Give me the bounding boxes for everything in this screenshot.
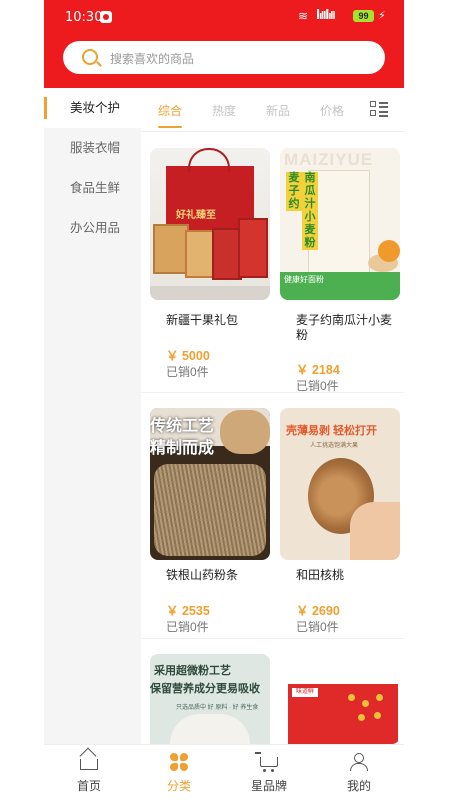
sidebar-item-beauty[interactable]: 美妆个护 [44,88,141,128]
product-card[interactable]: 好礼臻至 新疆干果礼包 ￥ 5000 已销0件 [150,148,270,379]
wifi-icon: ≋ [298,9,309,23]
search-icon [82,49,98,65]
tab-overall[interactable]: 综合 [158,102,183,128]
product-price: ￥ 5000 [166,349,210,363]
product-card[interactable]: 传统工艺 精制而成 铁根山药粉条 ￥ 2535 已销0件 [150,408,270,634]
product-image[interactable]: 壳薄易剥 轻松打开 人工挑选饱满大果 [280,408,400,560]
battery-icon: 99 [353,10,374,22]
signal-icon: ꟾıllꟾıll [316,10,336,22]
status-time: 10:30 [65,10,103,25]
product-price: ￥ 2535 [166,604,210,618]
product-grid: 好礼臻至 新疆干果礼包 ￥ 5000 已销0件 MAIZIYUE 麦子约 南瓜汁… [141,133,404,744]
product-name[interactable]: 铁根山药粉条 [166,568,270,583]
tab-popularity[interactable]: 热度 [212,102,236,119]
nav-home[interactable]: 首页 [44,745,134,800]
row-divider [141,392,404,393]
cart-icon [255,752,278,772]
tab-price[interactable]: 价格 [320,102,344,119]
list-layout-icon[interactable] [370,101,388,117]
product-image[interactable]: 好礼臻至 [150,148,270,300]
product-name[interactable]: 麦子约南瓜汁小麦粉 [296,313,400,343]
category-sidebar: 美妆个护 服装衣帽 食品生鲜 办公用品 [44,88,141,744]
product-sold-count: 已销0件 [166,365,209,379]
product-sold-count: 已销0件 [166,620,209,634]
sidebar-item-clothing[interactable]: 服装衣帽 [44,128,141,168]
category-icon [170,753,188,771]
left-margin [0,0,44,800]
user-icon [350,753,368,771]
charging-icon: ⚡ [378,10,386,22]
product-image[interactable]: 采用超微粉工艺 保留营养成分更易吸收 只选品质中 好 原料 · 好 养生食 [150,654,270,744]
product-card[interactable]: 壳薄易剥 轻松打开 人工挑选饱满大果 和田核桃 ￥ 2690 已销0件 [280,408,400,634]
sort-tabs: 综合 热度 新品 价格 [141,88,404,132]
product-image[interactable]: 传统工艺 精制而成 [150,408,270,560]
nav-mine-label: 我的 [346,779,371,793]
nav-category-label: 分类 [166,779,191,793]
product-card[interactable]: MAIZIYUE 麦子约 南瓜汁小麦粉 健康好面粉 麦子约南瓜汁小麦粉 ￥ 21… [280,148,400,393]
search-input[interactable]: 搜索喜欢的商品 [110,50,194,67]
nav-category[interactable]: 分类 [134,745,224,800]
product-price: ￥ 2184 [296,363,340,377]
product-price: ￥ 2690 [296,604,340,618]
product-name[interactable]: 新疆干果礼包 [166,313,270,328]
row-divider [141,638,404,639]
status-bar: 10:30 ≋ ꟾıllꟾıll 99 ⚡ [44,0,404,34]
product-name[interactable]: 和田核桃 [296,568,400,583]
product-image[interactable]: 味道鲜 [280,654,400,744]
right-margin [404,0,450,800]
tab-new[interactable]: 新品 [266,102,290,119]
bottom-nav: 首页 分类 星品牌 我的 [44,744,404,800]
sidebar-item-food[interactable]: 食品生鲜 [44,168,141,208]
nav-star-brand-label: 星品牌 [250,779,287,793]
sidebar-item-office[interactable]: 办公用品 [44,208,141,248]
settings-notification-icon [100,11,112,23]
product-image[interactable]: MAIZIYUE 麦子约 南瓜汁小麦粉 健康好面粉 [280,148,400,300]
nav-home-label: 首页 [76,779,101,793]
nav-mine[interactable]: 我的 [314,745,404,800]
nav-star-brand[interactable]: 星品牌 [224,745,314,800]
app-screen: 10:30 ≋ ꟾıllꟾıll 99 ⚡ 搜索喜欢的商品 美妆个护 服装衣帽 … [44,0,404,800]
product-card[interactable]: 采用超微粉工艺 保留营养成分更易吸收 只选品质中 好 原料 · 好 养生食 [150,654,270,744]
product-card[interactable]: 味道鲜 [280,654,400,744]
search-bar[interactable]: 搜索喜欢的商品 [63,41,385,74]
product-sold-count: 已销0件 [296,620,339,634]
home-icon [80,759,98,770]
header: 10:30 ≋ ꟾıllꟾıll 99 ⚡ 搜索喜欢的商品 [44,0,404,88]
